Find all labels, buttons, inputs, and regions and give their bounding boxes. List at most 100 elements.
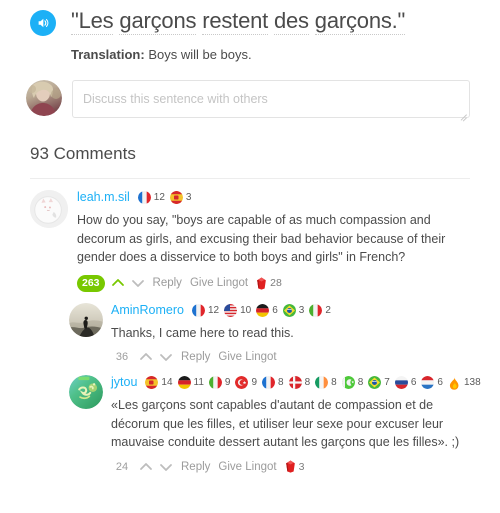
language-badge-russia: 6 (395, 375, 417, 390)
lingot-number: 3 (298, 460, 305, 473)
sentence-word[interactable]: garçons." (314, 8, 405, 35)
translation-line: Translation: Boys will be boys. (71, 46, 500, 64)
comment-composer (26, 80, 500, 122)
upvote-icon[interactable] (139, 460, 153, 474)
comment: AminRomero 12 10 6 3 2 Thanks, I came here to … (0, 302, 500, 365)
comment-body: leah.m.sil 12 3 How do you say, "boys are c… (77, 190, 500, 292)
reply-button[interactable]: Reply (153, 277, 182, 289)
comments-count-heading: 93 Comments (30, 144, 136, 163)
avatar[interactable] (30, 190, 68, 228)
avatar[interactable] (69, 375, 103, 409)
language-badge-streak: 138 (448, 375, 481, 390)
ruby-icon (256, 277, 267, 290)
downvote-icon[interactable] (159, 350, 173, 364)
streak-flag-icon (448, 376, 461, 390)
give-lingot-button[interactable]: Give Lingot (218, 351, 276, 363)
italy-flag-icon (309, 304, 322, 317)
language-level: 6 (437, 377, 443, 388)
upvote-icon[interactable] (111, 276, 125, 290)
language-level: 6 (410, 377, 417, 388)
language-badge-usa: 10 (224, 303, 251, 318)
comment-byline: leah.m.sil 12 3 (77, 190, 500, 205)
comment-text: «Les garçons sont capables d'autant de c… (111, 398, 460, 449)
italy-flag-icon (209, 376, 222, 389)
translation-label: Translation: (71, 47, 145, 62)
pakistan-flag-icon (342, 376, 355, 389)
language-level: 12 (207, 304, 220, 316)
upvote-icon[interactable] (139, 350, 153, 364)
comment-username[interactable]: jytou (111, 375, 137, 390)
divider (30, 178, 470, 179)
language-level: 10 (240, 304, 252, 316)
language-badge-brazil: 3 (283, 303, 305, 318)
sentence-discussion-page: "Les garçons restent des garçons." Trans… (0, 0, 500, 513)
language-level: 14 (161, 377, 173, 388)
comment-byline: AminRomero 12 10 6 3 2 (111, 303, 500, 318)
brazil-flag-icon (368, 376, 381, 389)
comment-input[interactable] (73, 81, 469, 117)
language-badge-denmark: 8 (289, 375, 311, 390)
give-lingot-button[interactable]: Give Lingot (218, 461, 276, 473)
language-level: 2 (325, 304, 331, 316)
sentence-text: "Les garçons restent des garçons." (71, 6, 405, 36)
sentence-word[interactable]: garçons (119, 8, 196, 35)
sentence-word[interactable]: "Les (71, 8, 114, 35)
vote-score: 263 (77, 274, 105, 292)
language-badge-italy: 2 (309, 303, 331, 318)
france-flag-icon (192, 304, 205, 317)
germany-flag-icon (178, 376, 191, 389)
france-flag-icon (262, 376, 275, 389)
language-badge-pakistan: 8 (342, 375, 364, 390)
brazil-flag-icon (283, 304, 296, 317)
language-level: 3 (298, 304, 305, 316)
give-lingot-button[interactable]: Give Lingot (190, 277, 248, 289)
comment-actions: 24 Reply Give Lingot 3 (111, 460, 500, 474)
lingot-number: 28 (270, 277, 282, 289)
speaker-icon[interactable] (30, 10, 56, 36)
vote-score: 24 (115, 460, 129, 473)
comment-list: leah.m.sil 12 3 How do you say, "boys are c… (0, 190, 500, 474)
comment-body: AminRomero 12 10 6 3 2 Thanks, I came here to … (111, 303, 500, 365)
netherlands-flag-icon (421, 376, 434, 389)
language-badge-germany: 6 (256, 303, 278, 318)
language-level: 11 (193, 377, 204, 388)
germany-flag-icon (256, 304, 269, 317)
reply-button[interactable]: Reply (181, 461, 210, 473)
russia-flag-icon (395, 376, 408, 389)
avatar[interactable] (69, 302, 103, 337)
comment-actions: 263 Reply Give Lingot 28 (77, 274, 500, 292)
comment-username[interactable]: AminRomero (111, 303, 184, 318)
comment: jytou 14 11 9 9 8 8 8 8 7 6 6 138 «Les garçons sont c… (0, 375, 500, 474)
france-flag-icon (138, 191, 151, 204)
language-level: 9 (251, 377, 258, 388)
sentence-word[interactable]: des (273, 8, 309, 35)
language-level: 8 (304, 377, 311, 388)
ireland-flag-icon (315, 376, 328, 389)
denmark-flag-icon (289, 376, 302, 389)
vote-score: 36 (115, 351, 129, 363)
downvote-icon[interactable] (159, 460, 173, 474)
usa-flag-icon (224, 304, 237, 317)
comment-body: jytou 14 11 9 9 8 8 8 8 7 6 6 138 «Les garçons sont c… (111, 375, 500, 474)
language-level: 138 (463, 377, 481, 388)
downvote-icon[interactable] (131, 276, 145, 290)
reply-button[interactable]: Reply (181, 351, 210, 363)
language-badge-spain: 14 (145, 375, 173, 390)
comment-username[interactable]: leah.m.sil (77, 190, 130, 205)
avatar (26, 80, 62, 116)
language-badge-france: 12 (138, 190, 165, 205)
language-badge-germany: 11 (178, 375, 204, 390)
language-level: 8 (357, 377, 364, 388)
comment-byline: jytou 14 11 9 9 8 8 8 8 7 6 6 138 (111, 375, 500, 390)
language-level: 8 (278, 377, 284, 388)
lingot-count: 28 (256, 277, 282, 290)
spain-flag-icon (170, 191, 183, 204)
composer-field-wrapper (72, 80, 470, 122)
translation-text: Boys will be boys. (148, 47, 252, 62)
comment-actions: 36 Reply Give Lingot (111, 350, 500, 364)
language-badge-netherlands: 6 (421, 375, 443, 390)
language-badge-ireland: 8 (315, 375, 337, 390)
spain-flag-icon (145, 376, 158, 389)
language-badge-france: 12 (192, 303, 219, 318)
sentence-word[interactable]: restent (202, 8, 268, 35)
